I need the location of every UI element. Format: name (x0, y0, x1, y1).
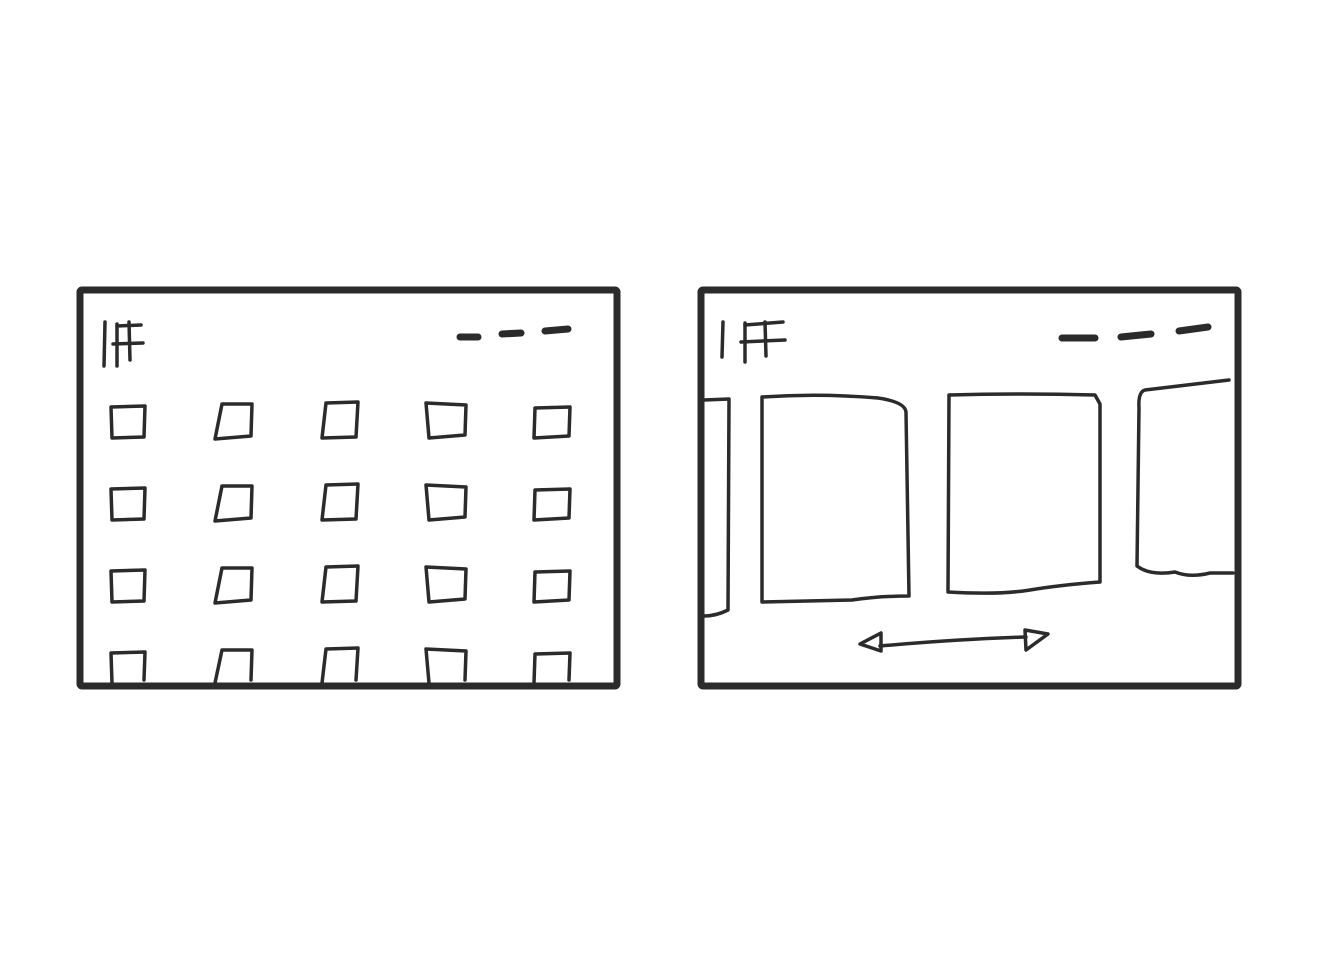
grid-menu-dashes (456, 325, 572, 341)
carousel-card (760, 393, 911, 604)
grid-tile (320, 400, 360, 440)
grid-tile (532, 569, 572, 604)
grid-tile (320, 646, 360, 685)
grid-tile (532, 487, 572, 522)
grid-layout-wireframe (76, 286, 621, 690)
grid-tile (424, 401, 468, 440)
carousel-logo (720, 320, 787, 364)
double-headed-arrow-icon (858, 628, 1050, 653)
grid-tile (424, 483, 468, 522)
grid-tile (424, 565, 468, 604)
grid-tile (213, 566, 254, 605)
grid-tile (109, 650, 147, 685)
grid-tile (213, 484, 254, 523)
carousel-card-partial-left (702, 397, 731, 618)
grid-tile (424, 647, 468, 685)
grid-tile (320, 564, 360, 604)
grid-tiles (109, 400, 572, 685)
carousel-card-partial-right (1135, 378, 1235, 577)
grid-tile (213, 402, 254, 441)
grid-tile (109, 486, 147, 522)
grid-tile (109, 568, 147, 604)
carousel-screen-frame (697, 286, 1242, 690)
grid-tile (532, 651, 572, 685)
carousel-card (946, 392, 1102, 595)
grid-tile (109, 404, 147, 440)
grid-tile (320, 482, 360, 522)
carousel-menu-dashes (1058, 323, 1212, 342)
carousel-cards (702, 378, 1235, 618)
carousel-layout-wireframe (697, 286, 1242, 690)
wireframe-sketch (76, 286, 1242, 690)
grid-screen-frame (76, 286, 621, 690)
grid-tile (213, 648, 254, 685)
grid-tile (532, 405, 572, 440)
grid-logo (102, 320, 145, 368)
